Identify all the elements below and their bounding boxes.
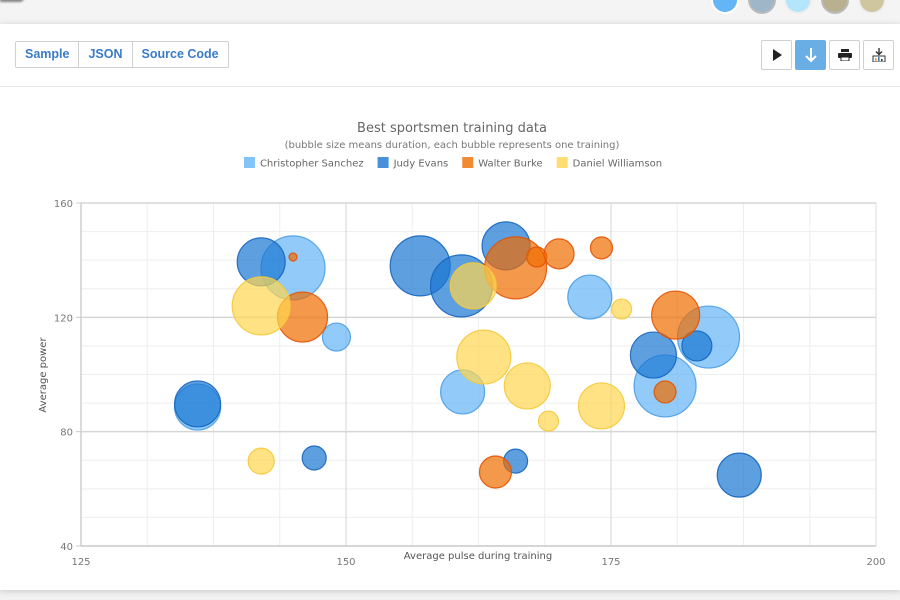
tab-json[interactable]: JSON — [78, 41, 133, 68]
bubbles — [174, 221, 762, 498]
download-button[interactable] — [795, 40, 826, 70]
theme-swatch-1[interactable] — [711, 0, 739, 14]
x-tick-label: 125 — [71, 557, 90, 568]
chart-container: 125 150 175 200 40 80 120 160 Best sportsmen tr… — [0, 87, 900, 590]
bubble-point — [301, 445, 327, 471]
toolbar: Sample JSON Source Code — [0, 24, 900, 87]
bubble-point — [653, 380, 677, 404]
theme-bar — [0, 0, 900, 24]
bubble-chart: 125 150 175 200 40 80 120 160 Best sportsmen tr… — [38, 121, 886, 568]
theme-swatch-2[interactable] — [748, 0, 776, 14]
print-icon — [837, 49, 852, 61]
y-tick-label: 40 — [60, 542, 73, 553]
bubble-point — [716, 452, 762, 498]
bubble-point — [589, 236, 614, 260]
view-tabs: Sample JSON Source Code — [15, 41, 229, 68]
bubble-point — [537, 410, 560, 432]
bubble-point — [456, 329, 512, 385]
chart-subtitle: (bubble size means duration, each bubble… — [285, 140, 620, 151]
bubble-point — [174, 380, 222, 428]
bubble-point — [449, 262, 497, 310]
legend-swatch — [377, 157, 389, 168]
theme-swatch-5[interactable] — [858, 0, 886, 14]
legend-swatch — [556, 157, 568, 168]
action-buttons — [761, 40, 894, 70]
bubble-point — [247, 447, 275, 475]
bubble-point — [651, 290, 701, 340]
y-tick-label: 120 — [54, 313, 73, 324]
download-arrow-icon — [804, 48, 817, 63]
legend-swatch — [243, 157, 255, 168]
menu-tab-shadow — [0, 0, 24, 2]
legend-item[interactable]: Christopher Sanchez — [243, 157, 364, 170]
legend-label: Walter Burke — [478, 159, 542, 170]
bubble-point — [503, 362, 551, 410]
legend-item[interactable]: Judy Evans — [377, 157, 449, 170]
play-icon — [772, 49, 782, 61]
x-tick-label: 175 — [601, 557, 620, 568]
export-button[interactable] — [863, 40, 894, 70]
tab-sample[interactable]: Sample — [15, 41, 80, 68]
bubble-point — [288, 252, 298, 262]
bubble-point — [478, 455, 513, 489]
legend: Christopher Sanchez Judy Evans Walter Burk… — [243, 157, 662, 170]
legend-item[interactable]: Walter Burke — [462, 157, 543, 170]
tab-source-code[interactable]: Source Code — [131, 41, 229, 68]
bubble-point — [567, 274, 613, 320]
print-button[interactable] — [829, 40, 860, 70]
bubble-point — [629, 331, 678, 379]
bubble-point — [231, 276, 291, 336]
theme-swatch-4[interactable] — [821, 0, 849, 14]
x-axis-title: Average pulse during training — [404, 551, 552, 562]
legend-item[interactable]: Daniel Williamson — [556, 157, 662, 170]
bubble-point — [321, 322, 352, 352]
export-chart-icon — [872, 48, 885, 62]
y-axis-title: Average power — [38, 337, 49, 413]
theme-swatch-3[interactable] — [784, 0, 812, 14]
sample-panel: Sample JSON Source Code 125 150 175 200 … — [0, 24, 900, 590]
legend-label: Daniel Williamson — [573, 159, 662, 170]
legend-label: Judy Evans — [393, 159, 449, 170]
y-tick-label: 80 — [60, 428, 73, 439]
y-tick-label: 160 — [54, 199, 73, 210]
legend-label: Christopher Sanchez — [260, 159, 364, 170]
legend-swatch — [462, 157, 474, 168]
x-tick-label: 200 — [866, 557, 885, 568]
x-tick-label: 150 — [336, 557, 355, 568]
run-button[interactable] — [761, 40, 792, 70]
chart-title: Best sportsmen training data — [357, 121, 547, 136]
bubble-point — [610, 298, 633, 320]
bubble-point — [543, 238, 575, 270]
bubble-point — [577, 382, 626, 430]
